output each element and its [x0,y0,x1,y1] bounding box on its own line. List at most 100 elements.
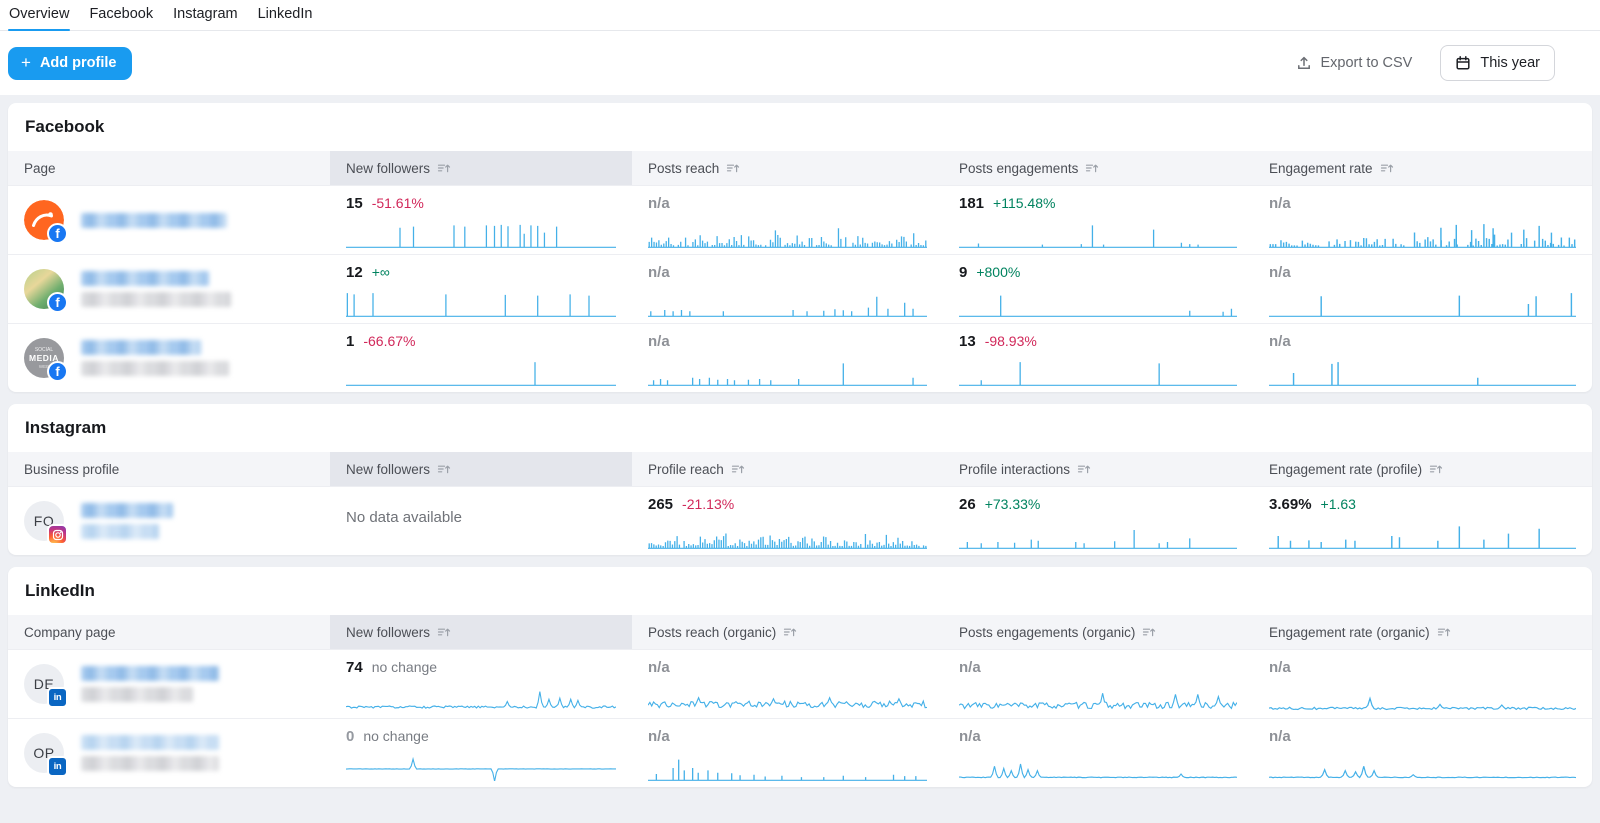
sparkline-chart [648,359,927,386]
metric-cell: 265-21.13% [632,487,943,555]
sort-icon [437,462,451,476]
metric-change: +73.33% [985,496,1041,512]
name-blur-line [81,756,219,771]
metric-change: -51.61% [372,195,424,211]
metric-cell: 3.69%+1.63 [1253,487,1592,555]
sparkline-chart [648,290,927,317]
column-header-new-followers[interactable]: New followers [330,151,632,185]
sparkline-chart [648,221,927,248]
metric-value-line: n/a [648,264,927,283]
sparkline-chart [959,522,1237,549]
metric-value-line: 13-98.93% [959,333,1237,352]
column-header-label: Profile interactions [959,462,1070,477]
table-row: f15-51.61%n/a181+115.48%n/a [8,185,1592,254]
name-blur-line [81,687,193,702]
profile-cell[interactable]: OPin [8,719,330,787]
column-header-label: Profile reach [648,462,724,477]
tab-facebook[interactable]: Facebook [88,0,154,30]
sparkline-chart [1269,685,1576,712]
column-header-profile-interactions[interactable]: Profile interactions [943,452,1253,486]
profile-avatar: f [24,200,64,240]
metric-value: 265 [648,496,673,513]
profile-name-redacted [81,340,229,376]
metric-cell: n/a [632,719,943,787]
profile-name-redacted [81,213,227,228]
export-to-csv-button[interactable]: Export to CSV [1290,54,1418,72]
profile-cell[interactable]: DEin [8,650,330,718]
name-blur-line [81,666,219,681]
date-range-button[interactable]: This year [1440,45,1555,81]
column-header-posts-engagements[interactable]: Posts engagements [943,151,1253,185]
column-header-label: New followers [346,462,430,477]
metric-value-line: 15 -51.61% [346,195,616,214]
sort-icon [1085,161,1099,175]
metric-value-line: n/a [1269,659,1576,678]
column-header-label: Posts reach [648,161,719,176]
metric-value: 15 [346,195,363,212]
calendar-icon [1455,55,1471,71]
metric-value-line: 9+800% [959,264,1237,283]
section-title-linkedin: LinkedIn [8,567,1592,615]
metric-value: n/a [648,659,670,676]
metric-value-line: 0no change [346,728,616,747]
sort-icon [1077,462,1091,476]
column-header-engagement-rate-profile[interactable]: Engagement rate (profile) [1253,452,1592,486]
column-header-engagement-rate[interactable]: Engagement rate [1253,151,1592,185]
metric-cell: n/a [1253,719,1592,787]
add-profile-label: Add profile [40,55,117,71]
column-header-label: Posts engagements [959,161,1078,176]
metric-value: 1 [346,333,354,350]
toolbar-right-group: Export to CSV This year [1290,45,1555,81]
metric-value-line: 1-66.67% [346,333,616,352]
name-blur-line [81,361,229,376]
column-header-page[interactable]: Page [8,151,330,185]
metric-change: no change [363,728,428,744]
profile-cell[interactable]: FO [8,487,330,555]
metric-value: n/a [1269,728,1291,745]
sort-icon [1142,625,1156,639]
profile-name-redacted [81,666,219,702]
column-header-profile-reach[interactable]: Profile reach [632,452,943,486]
sparkline-chart [1269,221,1576,248]
profile-cell[interactable]: f [8,255,330,323]
metric-value: 13 [959,333,976,350]
linkedin-badge-icon: in [47,756,68,777]
column-header-posts-engagements-organic[interactable]: Posts engagements (organic) [943,615,1253,649]
sort-icon [1380,161,1394,175]
section-title-instagram: Instagram [8,404,1592,452]
column-header-business-profile[interactable]: Business profile [8,452,330,486]
metric-value: 74 [346,659,363,676]
metric-cell: n/a [632,255,943,323]
linkedin-section: LinkedIn Company page New followersPosts r… [8,567,1592,787]
metric-cell: 1-66.67% [330,324,632,392]
metric-value-line: n/a [648,333,927,352]
column-header-posts-reach[interactable]: Posts reach [632,151,943,185]
column-header-engagement-rate-organic[interactable]: Engagement rate (organic) [1253,615,1592,649]
metric-cell: n/a [943,650,1253,718]
tab-instagram[interactable]: Instagram [172,0,238,30]
column-header-label: Company page [24,625,116,640]
name-blur-line [81,524,159,539]
tab-linkedin[interactable]: LinkedIn [257,0,314,30]
column-header-new-followers[interactable]: New followers [330,615,632,649]
sparkline-chart [346,754,616,781]
column-header-new-followers[interactable]: New followers [330,452,632,486]
column-header-posts-reach-organic[interactable]: Posts reach (organic) [632,615,943,649]
facebook-badge-icon: f [47,223,68,244]
sort-icon [437,625,451,639]
no-data-text: No data available [346,496,616,526]
sparkline-chart [346,221,616,248]
tab-overview[interactable]: Overview [8,0,70,30]
table-row: DEin 74 no change n/a n/a n/a [8,649,1592,718]
sparkline-chart [959,290,1237,317]
facebook-badge-icon: f [47,361,68,382]
profile-cell[interactable]: SOCIALMEDIAWEBf [8,324,330,392]
metric-cell: 9+800% [943,255,1253,323]
column-header-company-page[interactable]: Company page [8,615,330,649]
metric-value: 3.69% [1269,496,1312,513]
profile-avatar: SOCIALMEDIAWEBf [24,338,64,378]
metric-value: n/a [1269,659,1291,676]
profile-cell[interactable]: f [8,186,330,254]
add-profile-button[interactable]: + Add profile [8,47,132,80]
metric-change: no change [372,659,437,675]
